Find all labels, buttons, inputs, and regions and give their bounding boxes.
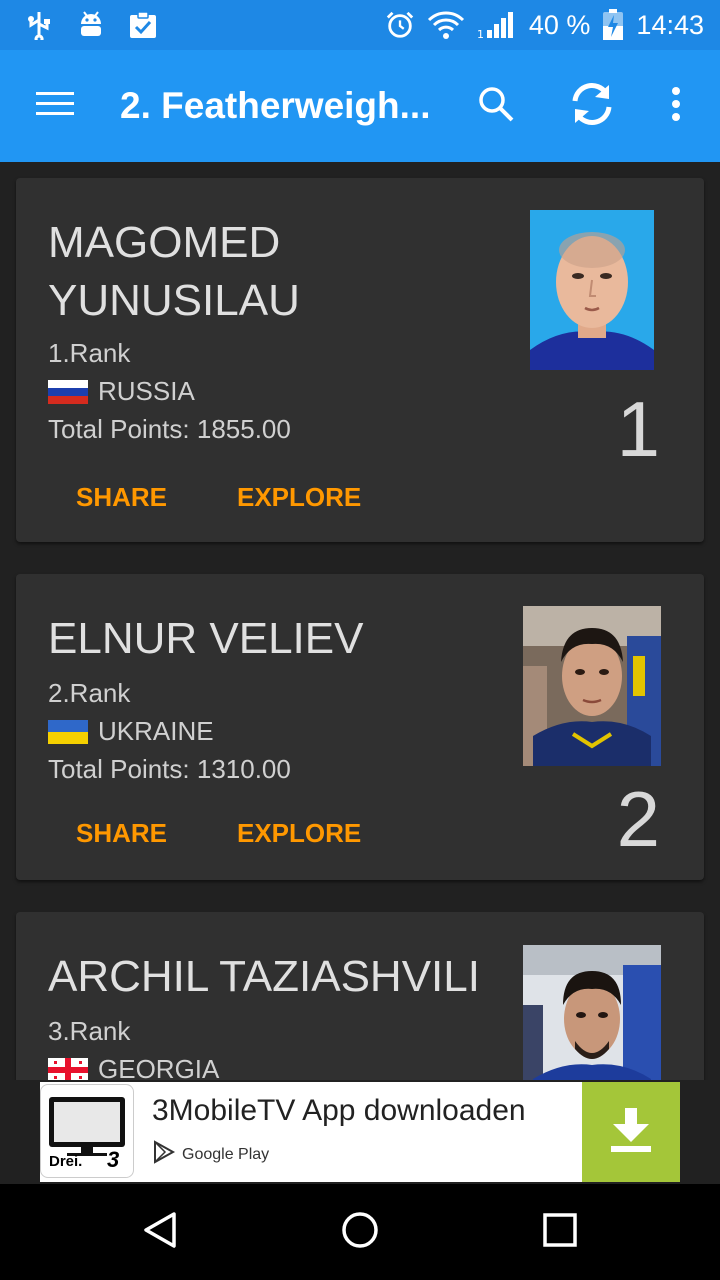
- ad-download-button[interactable]: [582, 1082, 680, 1182]
- fighter-country: RUSSIA: [48, 376, 195, 407]
- ad-logo-number: 3: [107, 1147, 120, 1172]
- flag-ukraine-icon: [48, 719, 88, 744]
- flag-russia-icon: [48, 379, 88, 404]
- status-bar: 1 40 % 14:43: [0, 0, 720, 50]
- svg-text:1: 1: [477, 28, 484, 40]
- explore-button[interactable]: EXPLORE: [237, 818, 361, 849]
- android-icon: [76, 10, 106, 40]
- fighter-name: ARCHIL TAZIASHVILI: [48, 952, 480, 1001]
- country-label: UKRAINE: [98, 716, 214, 746]
- fighter-name: ELNUR VELIEV: [48, 614, 364, 663]
- usb-icon: [24, 10, 54, 40]
- battery-percent: 40 %: [528, 9, 591, 40]
- menu-button[interactable]: [28, 82, 84, 130]
- fighter-card: ELNUR VELIEV 2.Rank UKRAINE Total Points…: [16, 574, 704, 880]
- fighter-card: ARCHIL TAZIASHVILI 3.Rank GEORGIA: [16, 912, 704, 1080]
- status-time: 14:43: [636, 9, 704, 40]
- wifi-icon: [427, 10, 465, 40]
- back-button[interactable]: [136, 1208, 184, 1256]
- fighter-card: MAGOMED YUNUSILAU 1.Rank RUSSIA Total Po…: [16, 178, 704, 542]
- search-button[interactable]: [468, 78, 524, 134]
- home-circle-icon: [340, 1210, 380, 1255]
- recents-button[interactable]: [536, 1208, 584, 1256]
- back-triangle-icon: [140, 1210, 180, 1255]
- rank-number: 1: [616, 385, 660, 473]
- share-button[interactable]: SHARE: [76, 482, 167, 513]
- ad-app-logo: Drei. 3: [40, 1084, 134, 1178]
- fighter-rank: 1.Rank: [48, 338, 131, 368]
- download-icon: [609, 1106, 653, 1159]
- fighter-photo[interactable]: [523, 945, 661, 1080]
- ad-title: 3MobileTV App downloaden: [152, 1094, 526, 1127]
- fighter-country: GEORGIA: [48, 1054, 219, 1080]
- ad-banner[interactable]: Drei. 3 3MobileTV App downloaden Google …: [40, 1082, 680, 1182]
- search-icon: [477, 85, 515, 128]
- total-points: Total Points: 1310.00: [48, 754, 291, 784]
- fighter-country: UKRAINE: [48, 716, 214, 747]
- refresh-button[interactable]: [564, 78, 620, 134]
- ad-logo-text: Drei.: [49, 1153, 83, 1170]
- battery-charging-icon: [602, 9, 624, 40]
- country-label: GEORGIA: [98, 1054, 220, 1080]
- alarm-icon: [385, 10, 415, 40]
- ad-store: Google Play: [152, 1140, 269, 1169]
- flag-georgia-icon: [48, 1057, 88, 1080]
- refresh-icon: [567, 79, 617, 134]
- ranking-list[interactable]: MAGOMED YUNUSILAU 1.Rank RUSSIA Total Po…: [0, 162, 720, 1080]
- signal-icon: 1: [477, 10, 517, 40]
- screen: 1 40 % 14:43 2. Featherweigh... MAGOMED …: [0, 0, 720, 1280]
- recents-square-icon: [542, 1212, 578, 1253]
- fighter-name: MAGOMED YUNUSILAU: [48, 218, 300, 325]
- fighter-photo[interactable]: [530, 210, 654, 370]
- clipboard-check-icon: [128, 10, 158, 40]
- hamburger-icon: [36, 90, 76, 123]
- app-toolbar: 2. Featherweigh...: [0, 50, 720, 162]
- country-label: RUSSIA: [98, 376, 195, 406]
- navigation-bar: [0, 1184, 720, 1280]
- share-button[interactable]: SHARE: [76, 818, 167, 849]
- fighter-photo[interactable]: [523, 606, 661, 766]
- google-play-icon: [152, 1140, 176, 1169]
- overflow-menu-button[interactable]: [648, 78, 704, 134]
- more-vert-icon: [671, 86, 681, 127]
- rank-number: 2: [616, 775, 660, 863]
- explore-button[interactable]: EXPLORE: [237, 482, 361, 513]
- fighter-rank: 2.Rank: [48, 678, 131, 708]
- total-points: Total Points: 1855.00: [48, 414, 291, 444]
- fighter-rank: 3.Rank: [48, 1016, 131, 1046]
- page-title: 2. Featherweigh...: [120, 85, 431, 126]
- home-button[interactable]: [336, 1208, 384, 1256]
- store-label: Google Play: [182, 1145, 270, 1163]
